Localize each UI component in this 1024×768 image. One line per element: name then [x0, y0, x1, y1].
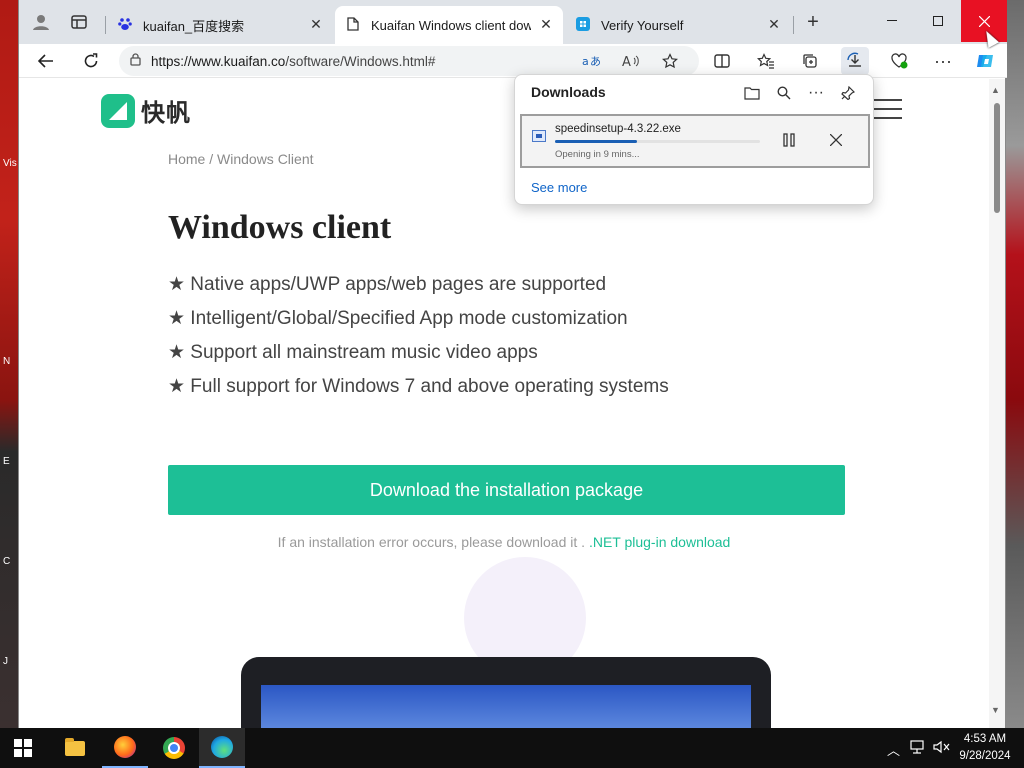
cancel-download-icon[interactable] — [824, 128, 848, 152]
tab-baidu-search[interactable]: kuaifan_百度搜索 ✕ — [107, 6, 333, 44]
close-tab-icon[interactable]: ✕ — [307, 15, 325, 33]
clock-time: 4:53 AM — [963, 733, 1007, 745]
edge-icon — [211, 736, 233, 758]
tab-kuaifan-windows[interactable]: Kuaifan Windows client downlo ✕ — [335, 6, 563, 44]
feature-item: ★ Support all mainstream music video app… — [168, 342, 538, 363]
download-progress-bar — [555, 140, 760, 143]
chrome-icon — [163, 737, 185, 759]
tab-title: Verify Yourself — [601, 17, 684, 33]
laptop-screen — [261, 685, 751, 728]
logo-text: 快帆 — [141, 100, 191, 127]
windows-logo-icon — [14, 739, 32, 757]
file-explorer-button[interactable] — [52, 728, 98, 768]
workspaces-icon[interactable] — [65, 8, 93, 36]
show-hidden-icons-icon[interactable]: ︿ — [887, 740, 900, 759]
baidu-paw-icon — [117, 16, 133, 32]
favorite-star-icon[interactable] — [656, 47, 684, 75]
tab-strip: kuaifan_百度搜索 ✕ Kuaifan Windows client do… — [19, 0, 1007, 44]
split-screen-icon[interactable] — [708, 47, 736, 75]
note-text: If an installation error occurs, please … — [277, 534, 589, 550]
maximize-button[interactable] — [915, 0, 961, 42]
back-button[interactable] — [32, 47, 60, 75]
collections-icon[interactable] — [796, 47, 824, 75]
desktop-label: C — [3, 556, 11, 567]
install-error-note: If an installation error occurs, please … — [19, 534, 989, 550]
clock-date: 9/28/2024 — [959, 750, 1011, 762]
favorites-icon[interactable] — [752, 47, 780, 75]
hamburger-menu-icon[interactable] — [874, 99, 902, 126]
system-clock[interactable]: 4:53 AM 9/28/2024 — [950, 731, 1020, 765]
scrollbar-thumb[interactable] — [994, 103, 1000, 213]
desktop-label: J — [3, 656, 8, 667]
svg-text:a: a — [582, 55, 589, 68]
downloads-icon[interactable] — [841, 47, 869, 75]
desktop-background-left: Vis N E C J — [0, 0, 18, 728]
download-item[interactable]: speedinsetup-4.3.22.exe Opening in 9 min… — [520, 114, 870, 168]
dotnet-download-link[interactable]: .NET plug-in download — [589, 534, 730, 550]
feature-item: ★ Native apps/UWP apps/web pages are sup… — [168, 274, 607, 295]
firefox-icon — [114, 736, 136, 758]
more-options-icon[interactable]: ··· — [929, 47, 957, 75]
svg-text:あ: あ — [590, 55, 600, 68]
kuaifan-logo-icon — [101, 93, 135, 128]
network-icon[interactable] — [910, 740, 926, 757]
search-icon[interactable] — [772, 81, 796, 105]
pin-icon[interactable] — [836, 81, 860, 105]
volume-muted-icon[interactable] — [933, 740, 951, 757]
download-package-button[interactable]: Download the installation package — [168, 465, 845, 515]
downloads-panel: Downloads ··· speedinsetup-4.3.22.exe Op… — [514, 74, 874, 205]
page-title: Windows client — [168, 209, 392, 246]
tab-title: Kuaifan Windows client downlo — [371, 17, 531, 33]
scroll-up-arrow-icon[interactable]: ▲ — [991, 85, 1000, 95]
breadcrumb[interactable]: Home / Windows Client — [168, 151, 314, 167]
desktop-label: Vis — [3, 158, 17, 169]
edge-button[interactable] — [199, 728, 245, 768]
read-aloud-icon[interactable]: A — [617, 47, 645, 75]
see-more-link[interactable]: See more — [531, 180, 587, 195]
open-downloads-folder-icon[interactable] — [740, 81, 764, 105]
folder-icon — [65, 737, 85, 756]
profile-icon[interactable] — [27, 8, 55, 36]
close-tab-icon[interactable]: ✕ — [537, 15, 555, 33]
taskbar: ︿ 4:53 AM 9/28/2024 — [0, 728, 1024, 768]
tab-verify-yourself[interactable]: Verify Yourself ✕ — [565, 6, 791, 44]
page-icon — [345, 16, 361, 32]
svg-text:A: A — [622, 55, 631, 68]
pause-icon[interactable] — [777, 128, 801, 152]
desktop-background-right — [1006, 0, 1024, 728]
refresh-button[interactable] — [77, 47, 105, 75]
kuaifan-logo[interactable]: 快帆 — [101, 93, 191, 128]
laptop-illustration — [241, 657, 771, 728]
chrome-button[interactable] — [151, 728, 197, 768]
start-button[interactable] — [0, 728, 46, 768]
desktop-label: E — [3, 456, 10, 467]
installer-file-icon — [532, 130, 546, 142]
browser-essentials-icon[interactable] — [885, 47, 913, 75]
browser-toolbar: https://www.kuaifan.co/software/Windows.… — [19, 44, 1007, 78]
vertical-scrollbar[interactable]: ▲ ▼ — [989, 79, 1005, 728]
downloads-title: Downloads — [531, 84, 606, 100]
translate-icon[interactable]: aあ — [577, 47, 605, 75]
tab-title: kuaifan_百度搜索 — [143, 18, 245, 34]
feature-item: ★ Intelligent/Global/Specified App mode … — [168, 308, 628, 329]
close-tab-icon[interactable]: ✕ — [765, 15, 783, 33]
new-tab-button[interactable]: + — [799, 8, 827, 36]
microsoft-verify-icon — [575, 16, 591, 32]
minimize-button[interactable] — [869, 0, 915, 42]
more-options-icon[interactable]: ··· — [804, 81, 828, 105]
download-status: Opening in 9 mins... — [555, 149, 640, 160]
address-bar[interactable]: https://www.kuaifan.co/software/Windows.… — [119, 46, 699, 76]
feature-item: ★ Full support for Windows 7 and above o… — [168, 376, 669, 397]
desktop-label: N — [3, 356, 11, 367]
lock-icon[interactable] — [119, 53, 151, 69]
scroll-down-arrow-icon[interactable]: ▼ — [991, 705, 1000, 715]
copilot-icon[interactable] — [971, 47, 999, 75]
download-file-name: speedinsetup-4.3.22.exe — [555, 123, 681, 135]
firefox-button[interactable] — [102, 728, 148, 768]
